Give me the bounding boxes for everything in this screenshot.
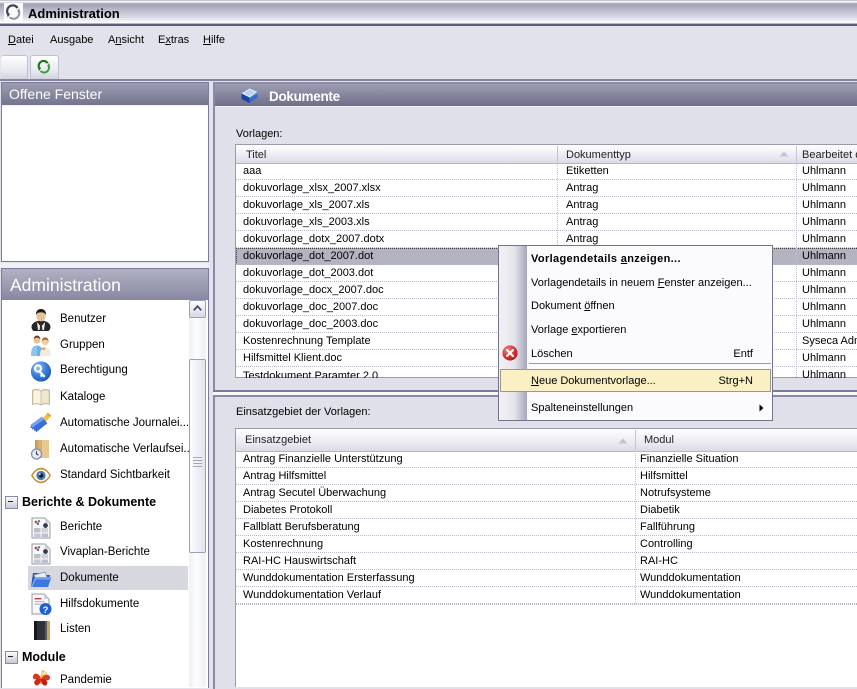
svg-text:?: ? — [43, 605, 49, 616]
